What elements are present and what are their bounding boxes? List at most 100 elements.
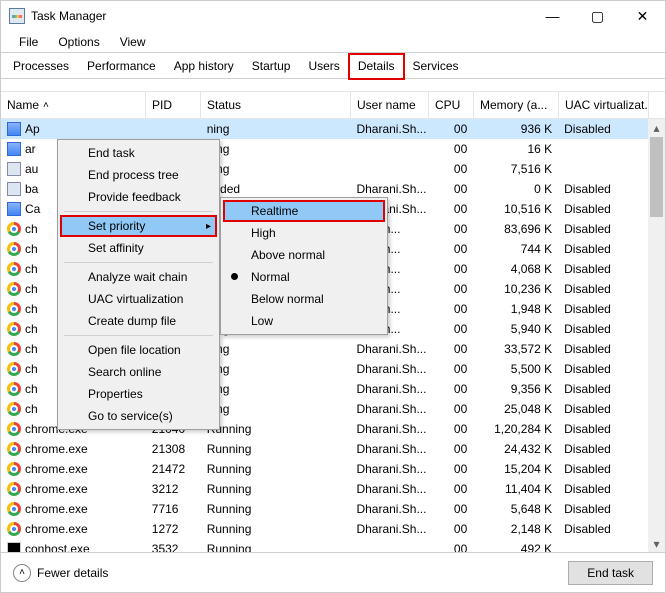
process-name: chrome.exe [25, 522, 88, 536]
process-status: Running [201, 462, 351, 476]
process-status: ning [201, 362, 351, 376]
end-task-button[interactable]: End task [568, 561, 653, 585]
menu-options[interactable]: Options [48, 33, 109, 51]
priority-normal[interactable]: Normal [223, 266, 385, 288]
scroll-up-icon[interactable]: ▴ [648, 119, 665, 136]
menu-file[interactable]: File [9, 33, 48, 51]
process-user: Dharani.Sh... [350, 362, 428, 376]
col-name[interactable]: Name [1, 91, 146, 119]
window-controls: — ▢ ✕ [530, 1, 665, 31]
menu-item-search-online[interactable]: Search online [60, 361, 217, 383]
process-cpu: 00 [428, 442, 473, 456]
task-manager-icon [9, 8, 25, 24]
col-memory[interactable]: Memory (a... [474, 91, 559, 119]
process-icon [7, 202, 21, 216]
priority-label: Low [251, 314, 273, 328]
table-row[interactable]: chrome.exe21472RunningDharani.Sh...0015,… [1, 459, 648, 479]
maximize-button[interactable]: ▢ [575, 1, 620, 31]
submenu-arrow-icon: ▸ [206, 221, 211, 232]
process-uac: Disabled [558, 482, 648, 496]
scroll-down-icon[interactable]: ▾ [648, 535, 665, 552]
table-row[interactable]: chrome.exe3212RunningDharani.Sh...0011,4… [1, 479, 648, 499]
process-uac: Disabled [558, 182, 648, 196]
menu-view[interactable]: View [110, 33, 156, 51]
col-pid[interactable]: PID [146, 91, 201, 119]
process-cpu: 00 [428, 322, 473, 336]
priority-below-normal[interactable]: Below normal [223, 288, 385, 310]
tab-services[interactable]: Services [404, 54, 468, 79]
priority-high[interactable]: High [223, 222, 385, 244]
footer: ˄ Fewer details End task [1, 552, 665, 592]
menu-item-uac-virtualization[interactable]: UAC virtualization [60, 288, 217, 310]
tab-performance[interactable]: Performance [78, 54, 165, 79]
process-uac: Disabled [558, 242, 648, 256]
col-status[interactable]: Status [201, 91, 351, 119]
table-row[interactable]: chrome.exe7716RunningDharani.Sh...005,64… [1, 499, 648, 519]
process-icon [7, 542, 21, 552]
scrollbar-thumb[interactable] [650, 137, 663, 217]
process-icon [7, 282, 21, 296]
process-icon [7, 262, 21, 276]
process-name: conhost.exe [25, 542, 90, 552]
menu-item-open-file-location[interactable]: Open file location [60, 339, 217, 361]
menu-item-go-to-service-s-[interactable]: Go to service(s) [60, 405, 217, 427]
menu-item-create-dump-file[interactable]: Create dump file [60, 310, 217, 332]
process-cpu: 00 [428, 262, 473, 276]
process-uac: Disabled [558, 202, 648, 216]
priority-label: Above normal [251, 248, 325, 262]
process-memory: 5,648 K [473, 502, 558, 516]
col-cpu[interactable]: CPU [429, 91, 474, 119]
tab-app-history[interactable]: App history [165, 54, 243, 79]
process-icon [7, 482, 21, 496]
col-uac[interactable]: UAC virtualizat... [559, 91, 649, 119]
process-status: Running [201, 522, 351, 536]
process-memory: 936 K [473, 122, 558, 136]
minimize-button[interactable]: — [530, 1, 575, 31]
process-name: ch [25, 262, 38, 276]
process-uac: Disabled [558, 502, 648, 516]
process-status: Running [201, 422, 351, 436]
menu-item-provide-feedback[interactable]: Provide feedback [60, 186, 217, 208]
table-row[interactable]: chrome.exe1272RunningDharani.Sh...002,14… [1, 519, 648, 539]
chevron-up-icon: ˄ [13, 564, 31, 582]
process-memory: 492 K [473, 542, 558, 552]
fewer-details-label: Fewer details [37, 566, 108, 580]
priority-label: Normal [251, 270, 290, 284]
process-status: Running [201, 502, 351, 516]
process-cpu: 00 [428, 462, 473, 476]
process-uac: Disabled [558, 122, 648, 136]
process-cpu: 00 [428, 542, 473, 552]
menu-item-set-priority[interactable]: Set priority▸ [60, 215, 217, 237]
menu-separator [64, 211, 213, 212]
table-row[interactable]: chrome.exe21308RunningDharani.Sh...0024,… [1, 439, 648, 459]
process-cpu: 00 [428, 122, 473, 136]
menu-item-end-task[interactable]: End task [60, 142, 217, 164]
fewer-details-button[interactable]: ˄ Fewer details [13, 564, 108, 582]
process-uac: Disabled [558, 342, 648, 356]
close-button[interactable]: ✕ [620, 1, 665, 31]
tab-users[interactable]: Users [299, 54, 348, 79]
tab-startup[interactable]: Startup [243, 54, 300, 79]
table-row[interactable]: ApningDharani.Sh...00936 KDisabled [1, 119, 648, 139]
menu-item-end-process-tree[interactable]: End process tree [60, 164, 217, 186]
priority-above-normal[interactable]: Above normal [223, 244, 385, 266]
menu-item-set-affinity[interactable]: Set affinity [60, 237, 217, 259]
process-uac: Disabled [558, 422, 648, 436]
priority-low[interactable]: Low [223, 310, 385, 332]
process-cpu: 00 [428, 402, 473, 416]
process-name: chrome.exe [25, 442, 88, 456]
table-row[interactable]: conhost.exe3532Running00492 K [1, 539, 648, 552]
process-status: Running [201, 482, 351, 496]
menu-item-analyze-wait-chain[interactable]: Analyze wait chain [60, 266, 217, 288]
process-user: Dharani.Sh... [350, 522, 428, 536]
tab-processes[interactable]: Processes [4, 54, 78, 79]
process-memory: 83,696 K [473, 222, 558, 236]
process-status: Running [201, 542, 351, 552]
tab-details[interactable]: Details [349, 54, 404, 79]
menu-item-properties[interactable]: Properties [60, 383, 217, 405]
col-user[interactable]: User name [351, 91, 429, 119]
process-cpu: 00 [428, 202, 473, 216]
process-status: ning [201, 342, 351, 356]
vertical-scrollbar[interactable]: ▴ ▾ [648, 119, 665, 552]
priority-realtime[interactable]: Realtime [223, 200, 385, 222]
